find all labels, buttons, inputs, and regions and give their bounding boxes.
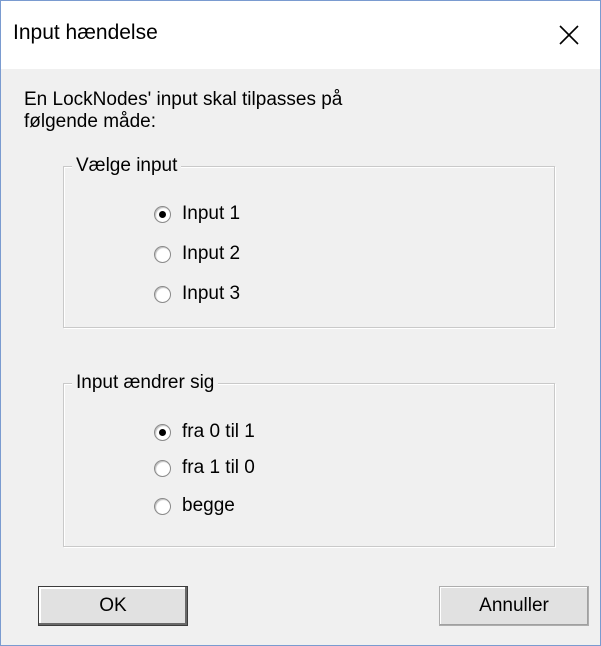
title-bar: Input hændelse <box>1 1 600 69</box>
radio-both[interactable]: begge <box>154 494 235 518</box>
select-input-legend: Vælge input <box>72 155 182 177</box>
cancel-button-label: Annuller <box>479 595 549 616</box>
radio-circle <box>154 497 171 515</box>
ok-button-label: OK <box>99 595 127 616</box>
radio-input-3-label: Input 3 <box>182 283 241 304</box>
cancel-button[interactable]: Annuller <box>439 586 589 626</box>
dialog-window: Input hændelse En LockNodes' input skal … <box>0 0 601 646</box>
radio-from-1-to-0[interactable]: fra 1 til 0 <box>154 456 255 480</box>
close-button[interactable] <box>540 1 600 69</box>
radio-circle <box>154 423 171 441</box>
radio-input-2[interactable]: Input 2 <box>154 242 240 266</box>
input-change-groupbox: Input ændrer sig fra 0 til 1 fra 1 til 0… <box>63 372 555 547</box>
radio-circle <box>154 459 171 477</box>
dialog-content: En LockNodes' input skal tilpasses på fø… <box>1 69 600 645</box>
radio-circle <box>154 245 171 263</box>
radio-input-3[interactable]: Input 3 <box>154 282 240 306</box>
radio-input-2-label: Input 2 <box>182 243 241 264</box>
radio-from-0-to-1-label: fra 0 til 1 <box>182 421 255 442</box>
input-change-legend: Input ændrer sig <box>72 372 219 394</box>
radio-input-1[interactable]: Input 1 <box>154 202 240 226</box>
description-text: En LockNodes' input skal tilpasses på fø… <box>24 89 343 132</box>
radio-input-1-label: Input 1 <box>182 203 241 224</box>
radio-both-label: begge <box>182 495 235 516</box>
select-input-groupbox: Vælge input Input 1 Input 2 Input 3 <box>63 155 555 328</box>
radio-circle <box>154 285 171 303</box>
radio-from-1-to-0-label: fra 1 til 0 <box>182 457 255 478</box>
radio-selected-dot <box>159 428 166 436</box>
ok-button[interactable]: OK <box>38 586 188 626</box>
close-x-icon <box>559 25 579 45</box>
radio-selected-dot <box>159 210 166 218</box>
radio-circle <box>154 205 171 223</box>
radio-from-0-to-1[interactable]: fra 0 til 1 <box>154 420 255 444</box>
window-title: Input hændelse <box>13 21 158 44</box>
